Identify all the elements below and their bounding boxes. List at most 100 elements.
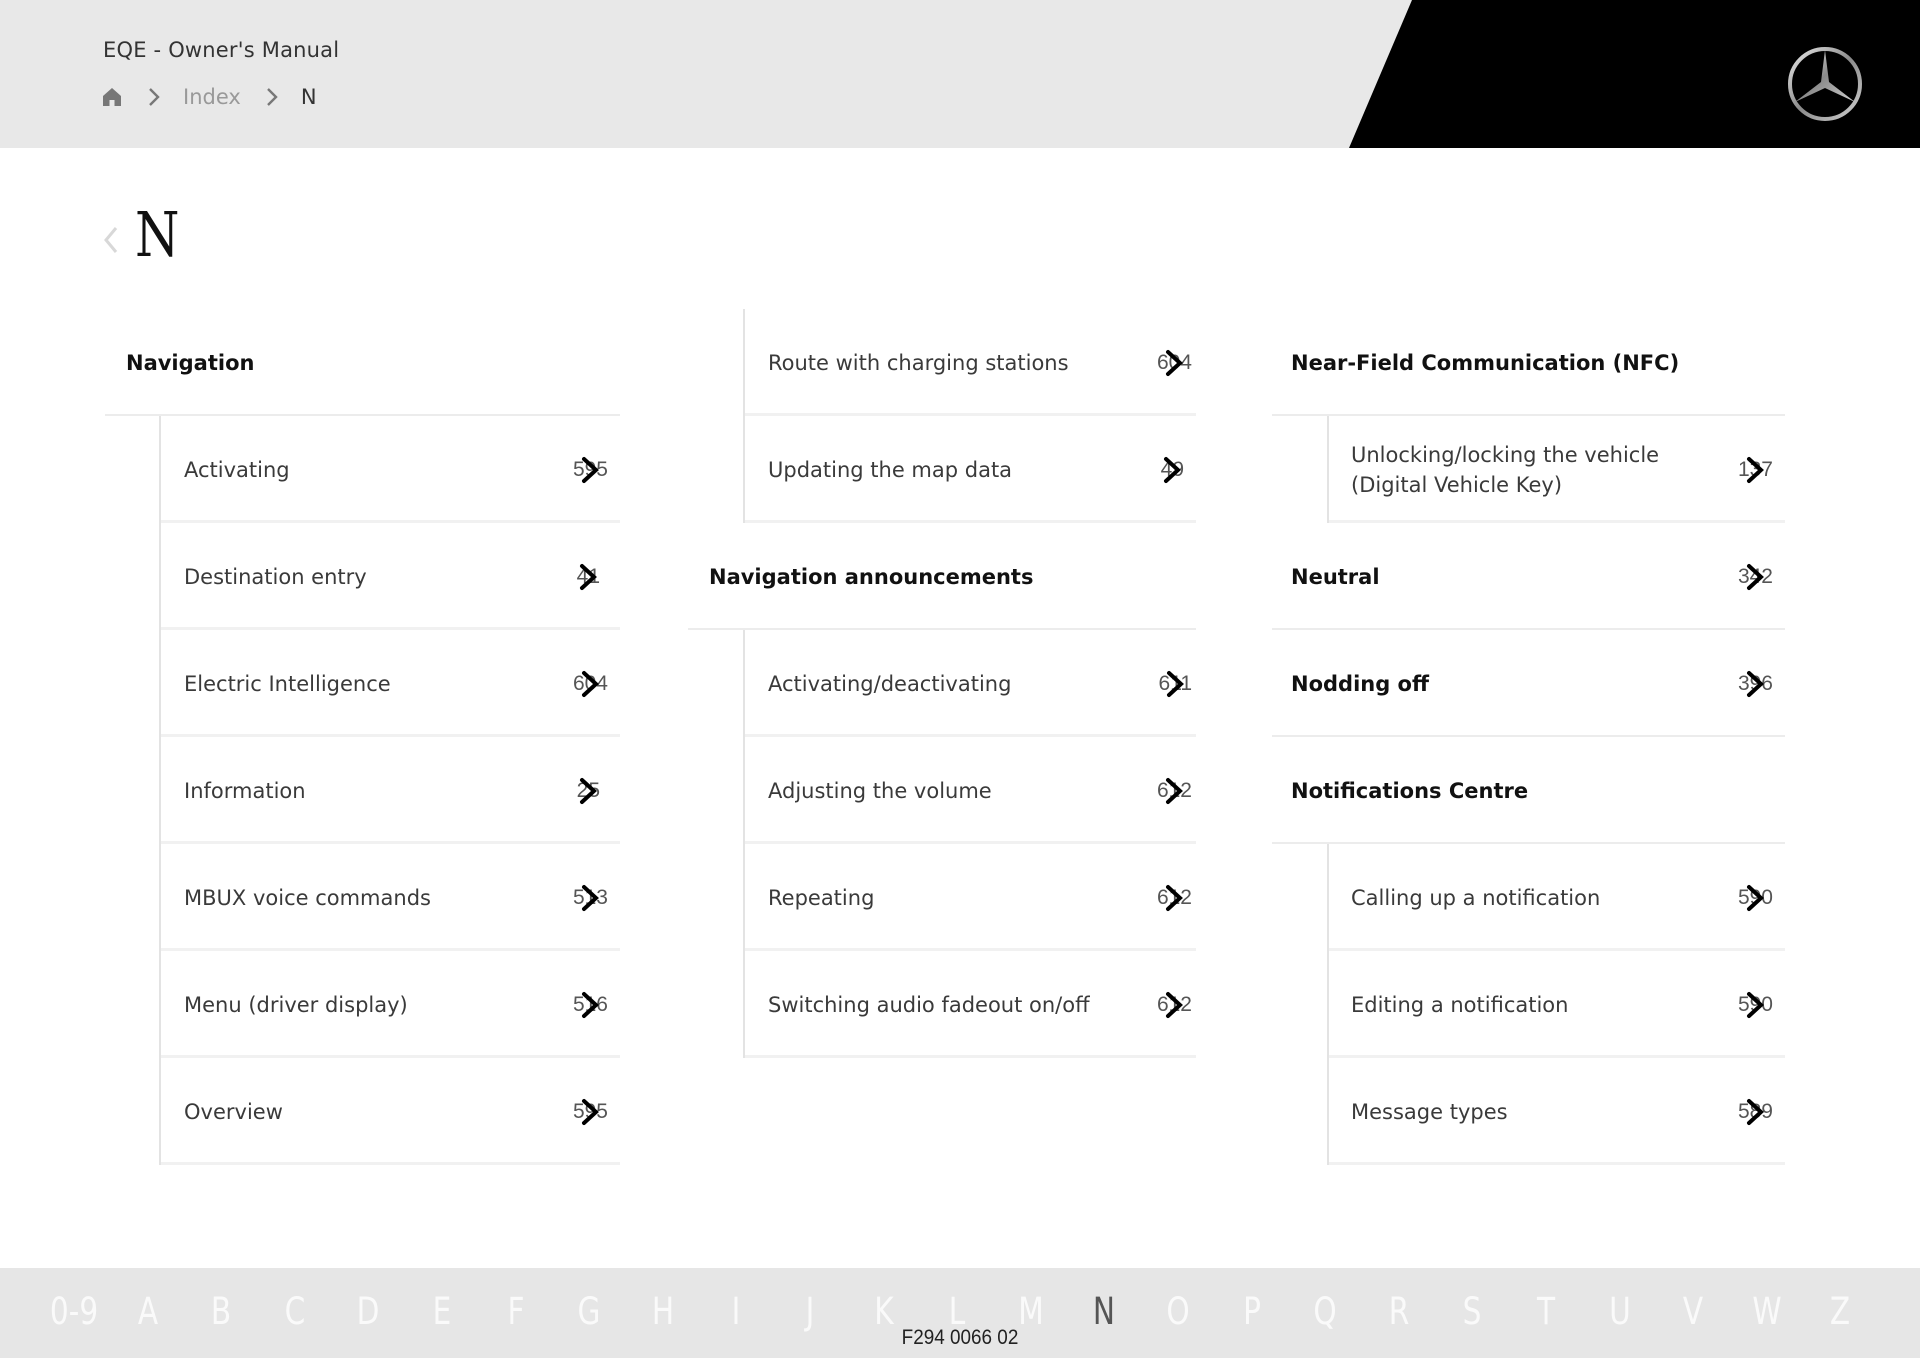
index-heading[interactable]: Near-Field Communication (NFC): [1272, 309, 1785, 416]
index-entry-label: Information: [184, 778, 306, 803]
alphabet-letter-q[interactable]: Q: [1314, 1290, 1337, 1333]
page-link[interactable]: 516: [573, 991, 608, 1018]
index-group: Near-Field Communication (NFC) Unlocking…: [1272, 309, 1785, 523]
index-heading[interactable]: Notifications Centre: [1272, 737, 1785, 844]
index-entry[interactable]: Activating/deactivating 611: [745, 630, 1196, 737]
page-link[interactable]: 137: [1738, 456, 1773, 483]
alphabet-letter-t[interactable]: T: [1537, 1290, 1555, 1333]
alphabet-letter-e[interactable]: E: [433, 1290, 452, 1333]
alphabet-letter-g[interactable]: G: [578, 1290, 601, 1333]
index-group: Neutral 342: [1272, 523, 1785, 630]
index-entry[interactable]: Calling up a notification 590: [1329, 844, 1785, 951]
page-link[interactable]: 595: [573, 1098, 608, 1125]
alphabet-letter-u[interactable]: U: [1609, 1290, 1631, 1333]
chevron-right-icon: [1164, 456, 1182, 483]
page-link[interactable]: 41: [577, 563, 600, 590]
index-entry-label: Unlocking/locking the vehicle (Digital V…: [1351, 442, 1660, 497]
index-entry[interactable]: Editing a notification 590: [1329, 951, 1785, 1058]
page-link[interactable]: 611: [1159, 670, 1192, 697]
index-heading[interactable]: Nodding off 396: [1272, 630, 1785, 737]
alphabet-letter-w[interactable]: W: [1752, 1290, 1781, 1333]
breadcrumb: Index N: [101, 82, 317, 112]
page-title-letter: N: [135, 198, 180, 271]
index-heading[interactable]: Navigation: [105, 309, 620, 416]
page-link[interactable]: 25: [577, 777, 600, 804]
page-link[interactable]: 604: [1157, 349, 1192, 376]
index-heading-label: Notifications Centre: [1291, 778, 1529, 803]
breadcrumb-index[interactable]: Index: [183, 85, 241, 109]
index-entry[interactable]: Switching audio fadeout on/off 612: [745, 951, 1196, 1058]
index-heading[interactable]: Neutral 342: [1272, 523, 1785, 630]
alphabet-letter-h[interactable]: H: [652, 1290, 674, 1333]
alphabet-letter-f[interactable]: F: [507, 1290, 524, 1333]
back-chevron-icon[interactable]: [102, 222, 120, 258]
index-entry[interactable]: Updating the map data 49: [745, 416, 1196, 523]
index-entry[interactable]: Repeating 612: [745, 844, 1196, 951]
index-entry[interactable]: Adjusting the volume 612: [745, 737, 1196, 844]
alphabet-letter-v[interactable]: V: [1683, 1290, 1703, 1333]
page-link[interactable]: 612: [1157, 991, 1192, 1018]
alphabet-letter-b[interactable]: B: [211, 1290, 231, 1333]
alphabet-letter-m[interactable]: M: [1018, 1290, 1044, 1333]
chevron-right-icon: [582, 1098, 600, 1125]
alphabet-letter-k[interactable]: K: [874, 1290, 893, 1333]
alphabet-letter-c[interactable]: C: [284, 1290, 305, 1333]
breadcrumb-current: N: [300, 85, 317, 109]
page-link[interactable]: 612: [1157, 777, 1192, 804]
page-link[interactable]: 604: [573, 670, 608, 697]
index-entry-label: Adjusting the volume: [768, 778, 992, 803]
index-entry-label: Message types: [1351, 1099, 1508, 1124]
page-link[interactable]: 513: [573, 884, 608, 911]
index-subitems: Route with charging stations 604 Updatin…: [743, 309, 1196, 523]
index-entry[interactable]: Overview 595: [161, 1058, 620, 1165]
mercedes-star-logo-icon[interactable]: [1786, 45, 1864, 123]
alphabet-letter-j[interactable]: J: [806, 1290, 815, 1333]
index-heading-label: Navigation announcements: [709, 564, 1034, 589]
alphabet-letter-i[interactable]: I: [732, 1290, 741, 1333]
chevron-right-icon: [1747, 670, 1765, 697]
alphabet-letter-a[interactable]: A: [137, 1290, 157, 1333]
index-entry-label: MBUX voice commands: [184, 885, 431, 910]
alphabet-letter-s[interactable]: S: [1463, 1290, 1482, 1333]
page-link[interactable]: 590: [1738, 884, 1773, 911]
index-entry[interactable]: Destination entry 41: [161, 523, 620, 630]
page-link[interactable]: 589: [1738, 1098, 1773, 1125]
manual-title: EQE - Owner's Manual: [103, 38, 340, 62]
alphabet-letter-z[interactable]: Z: [1830, 1290, 1850, 1333]
alphabet-letter-p[interactable]: P: [1243, 1290, 1261, 1333]
index-entry[interactable]: Message types 589: [1329, 1058, 1785, 1165]
chevron-right-icon: [1747, 563, 1765, 590]
index-entry[interactable]: Activating 595: [161, 416, 620, 523]
page-link[interactable]: 612: [1157, 884, 1192, 911]
index-entry[interactable]: Unlocking/locking the vehicle (Digital V…: [1329, 416, 1785, 523]
chevron-right-icon: [580, 777, 598, 804]
index-entry[interactable]: MBUX voice commands 513: [161, 844, 620, 951]
index-entry-label: Switching audio fadeout on/off: [768, 992, 1090, 1017]
home-icon[interactable]: [101, 86, 123, 108]
page-link[interactable]: 342: [1738, 563, 1773, 590]
chevron-right-icon: [582, 456, 600, 483]
chevron-right-icon: [1747, 456, 1765, 483]
chevron-right-icon: [1166, 349, 1184, 376]
index-entry[interactable]: Menu (driver display) 516: [161, 951, 620, 1058]
page-link[interactable]: 396: [1738, 670, 1773, 697]
index-entry-label: Editing a notification: [1351, 992, 1569, 1017]
index-entry[interactable]: Route with charging stations 604: [745, 309, 1196, 416]
page-link[interactable]: 590: [1738, 991, 1773, 1018]
alphabet-letter-r[interactable]: R: [1389, 1290, 1410, 1333]
index-entry[interactable]: Electric Intelligence 604: [161, 630, 620, 737]
alphabet-letter-d[interactable]: D: [357, 1290, 380, 1333]
index-entry-label: Activating/deactivating: [768, 671, 1012, 696]
alphabet-letter-o[interactable]: O: [1166, 1290, 1189, 1333]
index-group: Nodding off 396: [1272, 630, 1785, 737]
index-heading[interactable]: Navigation announcements: [688, 523, 1196, 630]
page-link[interactable]: 49: [1161, 456, 1184, 483]
header-black-panel: [1349, 0, 1920, 148]
chevron-right-icon: [580, 563, 598, 590]
index-entry[interactable]: Information 25: [161, 737, 620, 844]
chevron-right-icon: [1747, 884, 1765, 911]
page-link[interactable]: 595: [573, 456, 608, 483]
alphabet-letter-n[interactable]: N: [1093, 1290, 1115, 1333]
index-heading-label: Navigation: [126, 350, 255, 375]
alphabet-letter-0-9[interactable]: 0-9: [50, 1290, 98, 1333]
